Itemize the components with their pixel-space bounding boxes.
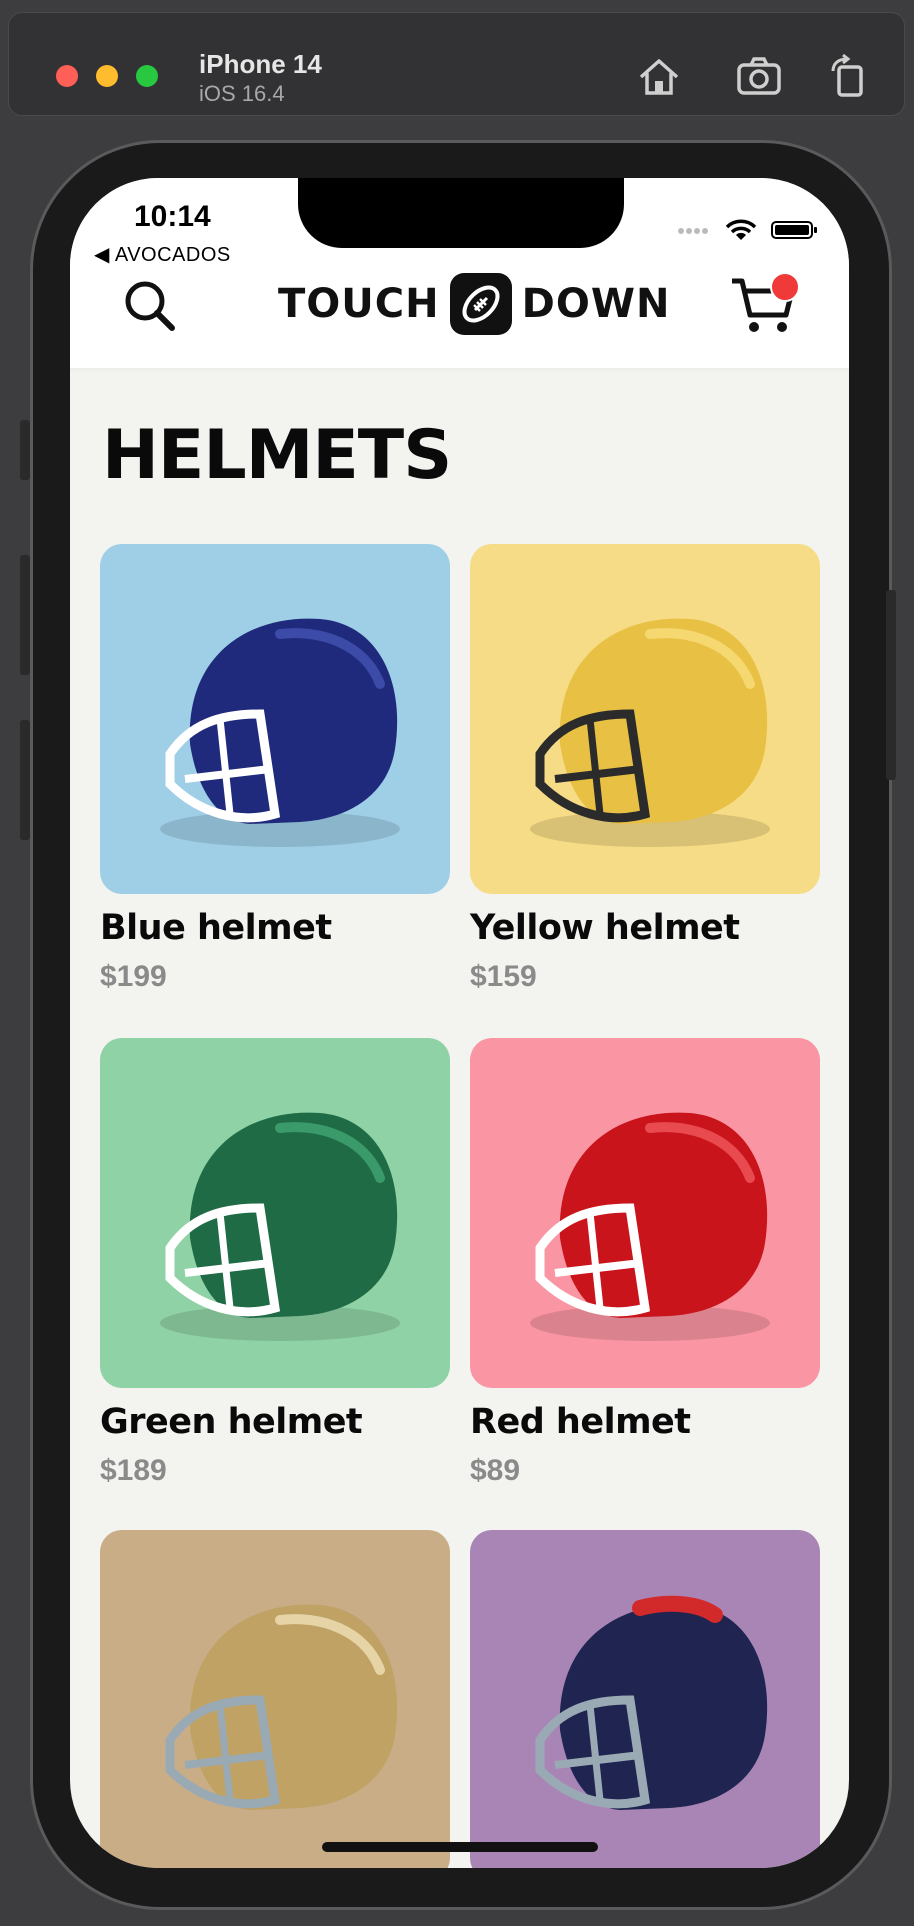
product-price: $159 — [470, 960, 537, 993]
screenshot-icon[interactable] — [735, 53, 783, 101]
volume-up-button — [20, 555, 30, 675]
product-image — [470, 1038, 820, 1388]
cellular-signal-icon — [678, 228, 708, 234]
cart-badge — [770, 272, 800, 302]
product-price: $189 — [100, 1454, 167, 1487]
simulator-title-bar: iPhone 14 iOS 16.4 — [8, 12, 905, 116]
product-card[interactable] — [470, 1530, 820, 1868]
product-price: $199 — [100, 960, 167, 993]
product-card[interactable] — [100, 1530, 450, 1868]
product-image — [470, 544, 820, 894]
rotate-icon[interactable] — [825, 53, 873, 101]
mute-switch — [20, 420, 30, 480]
product-image — [100, 544, 450, 894]
football-icon — [449, 273, 512, 335]
status-time: 10:14 — [134, 200, 211, 233]
device-name: iPhone 14 — [199, 49, 322, 79]
device-notch — [298, 178, 624, 248]
back-to-app-link[interactable]: ◀ AVOCADOS — [94, 242, 231, 267]
red-helmet-icon — [530, 1112, 770, 1341]
product-name: Blue helmet — [100, 908, 332, 948]
app-screen: 10:14 ◀ AVOCADOS TOUCH DOWN HELMETS Blue… — [70, 178, 849, 1868]
power-button — [886, 590, 896, 780]
status-indicators — [677, 218, 817, 242]
blue-helmet-icon — [160, 618, 400, 847]
product-image — [470, 1530, 820, 1868]
product-name: Green helmet — [100, 1402, 363, 1442]
product-image — [100, 1038, 450, 1388]
gold-helmet-icon — [165, 1604, 398, 1810]
logo-word-right: DOWN — [521, 281, 671, 327]
page-title: HELMETS — [102, 416, 452, 495]
zoom-window-button[interactable] — [136, 65, 158, 87]
product-card[interactable]: Yellow helmet $159 — [470, 544, 820, 994]
brand-logo[interactable]: TOUCH DOWN — [278, 273, 670, 335]
product-name: Yellow helmet — [470, 908, 740, 948]
minimize-window-button[interactable] — [96, 65, 118, 87]
battery-icon — [771, 221, 817, 239]
yellow-helmet-icon — [530, 618, 770, 847]
product-name: Red helmet — [470, 1402, 691, 1442]
product-price: $89 — [470, 1454, 521, 1487]
logo-word-left: TOUCH — [278, 281, 440, 327]
product-image — [100, 1530, 450, 1868]
product-card[interactable]: Red helmet $89 — [470, 1038, 820, 1488]
volume-down-button — [20, 720, 30, 840]
wifi-icon — [725, 219, 757, 240]
green-helmet-icon — [160, 1112, 400, 1341]
close-window-button[interactable] — [56, 65, 78, 87]
product-card[interactable]: Green helmet $189 — [100, 1038, 450, 1488]
product-card[interactable]: Blue helmet $199 — [100, 544, 450, 994]
navy-helmet-icon — [535, 1595, 768, 1810]
device-os-version: iOS 16.4 — [199, 81, 285, 106]
home-indicator[interactable] — [322, 1842, 598, 1852]
home-icon[interactable] — [635, 53, 683, 101]
search-icon[interactable] — [120, 276, 180, 336]
